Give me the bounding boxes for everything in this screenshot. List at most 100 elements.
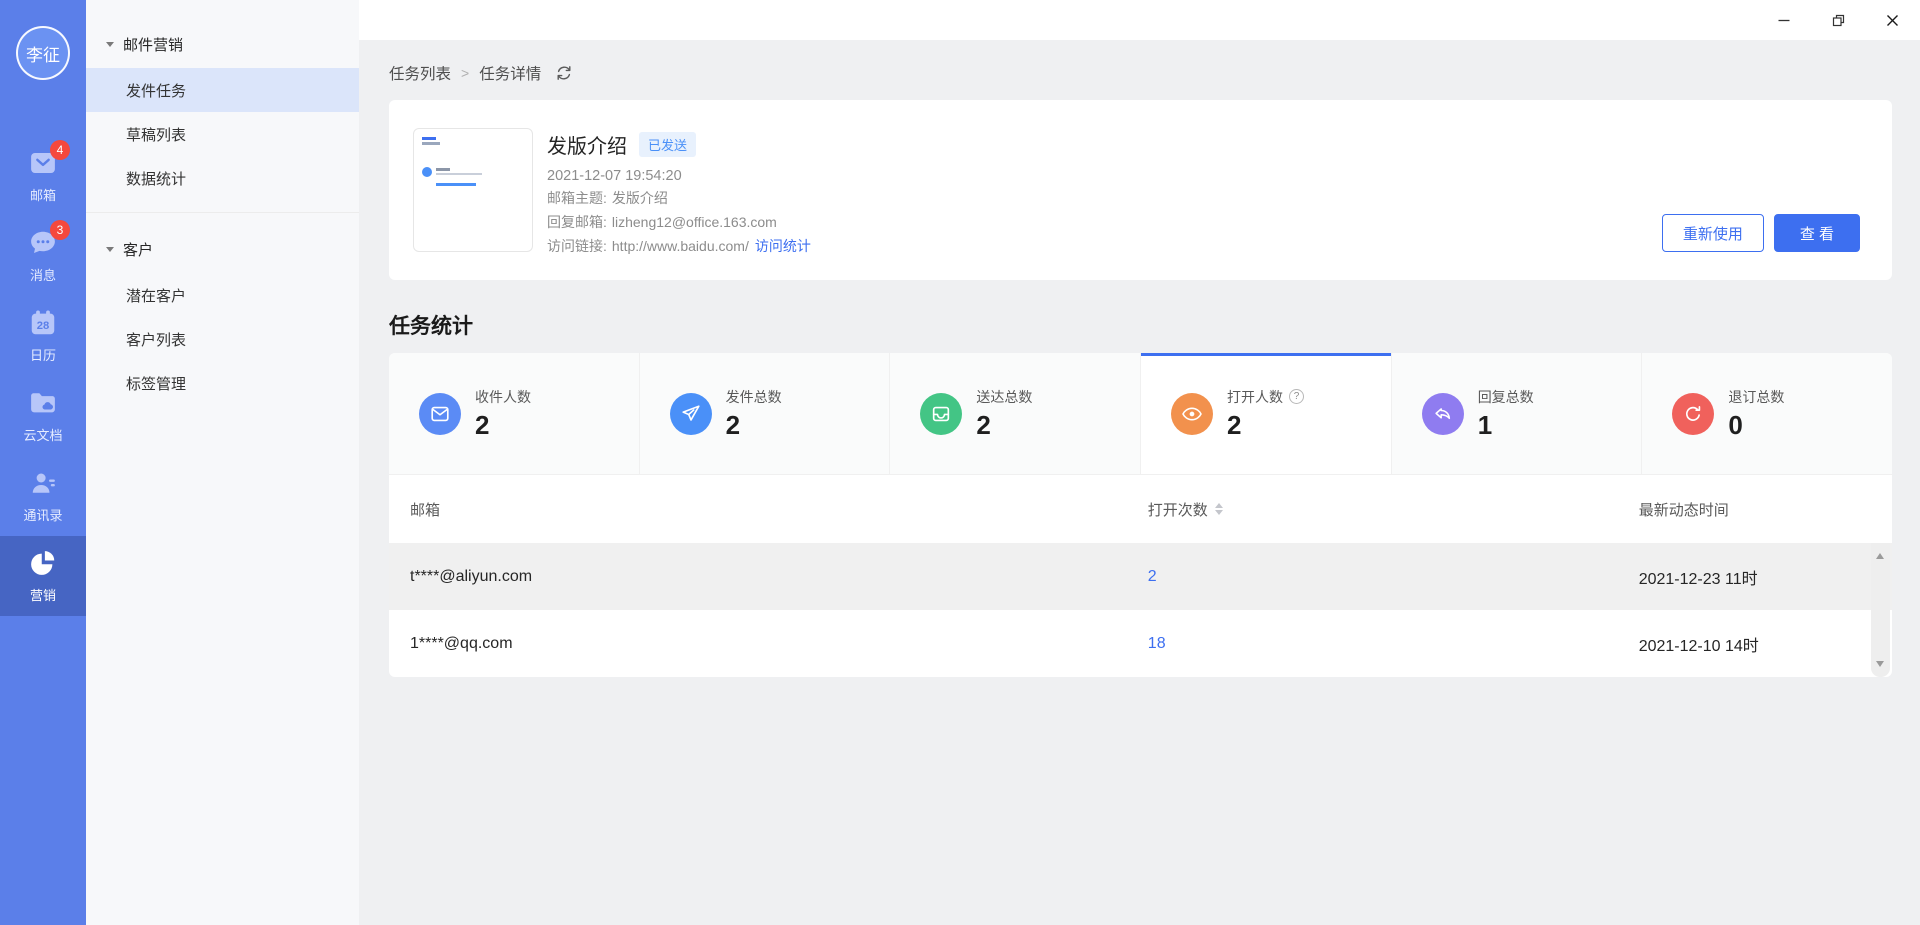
minimize-button[interactable]	[1766, 5, 1802, 35]
table-row[interactable]: 1****@qq.com 18 2021-12-10 14时	[389, 610, 1892, 677]
close-button[interactable]	[1874, 5, 1910, 35]
link-value: http://www.baidu.com/	[612, 238, 749, 254]
stat-label: 发件总数	[726, 387, 782, 407]
contacts-icon	[28, 468, 58, 498]
rail-item-label: 通讯录	[23, 505, 62, 524]
app-rail: 李征 4 邮箱 3 消息 28 日历 云文档	[0, 0, 86, 925]
rail-item-marketing[interactable]: 营销	[0, 536, 86, 616]
cell-last-activity: 2021-12-23 11时	[1639, 565, 1871, 589]
table-body: t****@aliyun.com 2 2021-12-23 11时 1****@…	[389, 543, 1892, 677]
window-titlebar	[359, 0, 1920, 40]
sort-desc-icon	[1215, 510, 1223, 515]
sidebar-item-customer-list[interactable]: 客户列表	[86, 317, 359, 361]
inbox-icon	[920, 393, 962, 435]
tab-opened-count[interactable]: 打开人数 ? 2	[1141, 353, 1392, 474]
breadcrumb: 任务列表 > 任务详情	[389, 62, 1892, 84]
cell-open-count-link[interactable]: 18	[1148, 635, 1639, 653]
unsubscribe-icon	[1672, 393, 1714, 435]
stat-value: 2	[726, 410, 782, 441]
sidebar-item-draft-list[interactable]: 草稿列表	[86, 112, 359, 156]
stat-tabs: 收件人数 2 发件总数 2	[389, 353, 1892, 475]
messages-badge: 3	[50, 220, 70, 240]
reply-label: 回复邮箱:	[547, 214, 607, 230]
mail-badge: 4	[50, 140, 70, 160]
stat-value: 2	[475, 410, 531, 441]
sidebar-item-send-tasks[interactable]: 发件任务	[86, 68, 359, 112]
table-row[interactable]: t****@aliyun.com 2 2021-12-23 11时	[389, 543, 1892, 610]
preview-text-line	[436, 173, 482, 175]
task-title: 发版介绍	[547, 130, 627, 159]
view-button[interactable]: 查 看	[1774, 214, 1860, 252]
task-subject-line: 邮箱主题: 发版介绍	[547, 188, 811, 208]
breadcrumb-separator: >	[461, 65, 469, 81]
sidebar-group-label: 邮件营销	[123, 34, 183, 55]
stat-label: 退订总数	[1728, 387, 1784, 407]
stat-value: 2	[1227, 410, 1304, 441]
help-icon[interactable]: ?	[1289, 389, 1304, 404]
refresh-icon[interactable]	[555, 64, 573, 82]
sidebar-group-customers[interactable]: 客户	[86, 225, 359, 273]
rail-item-contacts[interactable]: 通讯录	[0, 456, 86, 536]
preview-logo-line	[422, 142, 440, 145]
breadcrumb-task-list[interactable]: 任务列表	[389, 62, 451, 84]
pie-chart-icon	[28, 548, 58, 578]
reuse-button[interactable]: 重新使用	[1662, 214, 1764, 252]
subject-label: 邮箱主题:	[547, 190, 607, 206]
scroll-down-icon[interactable]	[1876, 661, 1884, 667]
tab-replies-total[interactable]: 回复总数 1	[1392, 353, 1643, 474]
rail-item-label: 邮箱	[30, 185, 56, 204]
stat-value: 0	[1728, 410, 1784, 441]
sidebar-item-potential-customers[interactable]: 潜在客户	[86, 273, 359, 317]
sidebar-group-label: 客户	[123, 239, 153, 260]
mail-icon	[419, 393, 461, 435]
stat-label-text: 打开人数	[1227, 387, 1283, 407]
preview-logo-line	[422, 137, 436, 140]
email-preview-thumbnail[interactable]	[413, 128, 533, 252]
stat-value: 2	[976, 410, 1032, 441]
scroll-up-icon[interactable]	[1876, 553, 1884, 559]
sidebar-item-data-statistics[interactable]: 数据统计	[86, 156, 359, 200]
rail-item-cloud-docs[interactable]: 云文档	[0, 376, 86, 456]
tab-recipients[interactable]: 收件人数 2	[389, 353, 640, 474]
subject-value: 发版介绍	[612, 190, 668, 206]
reply-icon	[1422, 393, 1464, 435]
rail-item-label: 营销	[30, 585, 56, 604]
rail-item-label: 云文档	[23, 425, 62, 444]
sidebar-group-email-marketing[interactable]: 邮件营销	[86, 20, 359, 68]
rail-item-label: 消息	[30, 265, 56, 284]
task-datetime: 2021-12-07 19:54:20	[547, 168, 811, 184]
stat-label: 打开人数 ?	[1227, 387, 1304, 407]
chevron-down-icon	[106, 42, 114, 47]
visit-stats-link[interactable]: 访问统计	[755, 238, 811, 254]
reply-value: lizheng12@office.163.com	[612, 214, 777, 230]
stat-label: 收件人数	[475, 387, 531, 407]
tab-sent-total[interactable]: 发件总数 2	[640, 353, 891, 474]
rail-item-messages[interactable]: 3 消息	[0, 216, 86, 296]
status-badge: 已发送	[639, 132, 696, 157]
cell-email: t****@aliyun.com	[410, 568, 1148, 586]
avatar[interactable]: 李征	[16, 26, 70, 80]
column-header-last-activity: 最新动态时间	[1639, 499, 1871, 520]
sort-icon[interactable]	[1215, 503, 1223, 515]
rail-item-calendar[interactable]: 28 日历	[0, 296, 86, 376]
tab-unsubscribes-total[interactable]: 退订总数 0	[1642, 353, 1892, 474]
cloud-folder-icon	[28, 388, 58, 418]
column-header-label: 打开次数	[1148, 499, 1208, 520]
restore-button[interactable]	[1820, 5, 1856, 35]
main-area: 任务列表 > 任务详情 发版介绍	[359, 0, 1920, 925]
statistics-card: 收件人数 2 发件总数 2	[389, 353, 1892, 677]
rail-item-mail[interactable]: 4 邮箱	[0, 136, 86, 216]
sidebar-item-tag-management[interactable]: 标签管理	[86, 361, 359, 405]
mail-icon: 4	[28, 148, 58, 178]
cell-email: 1****@qq.com	[410, 635, 1148, 653]
preview-avatar-dot	[422, 167, 432, 177]
cell-open-count-link[interactable]: 2	[1148, 568, 1639, 586]
send-icon	[670, 393, 712, 435]
task-detail-card: 发版介绍 已发送 2021-12-07 19:54:20 邮箱主题: 发版介绍 回…	[389, 100, 1892, 280]
stat-label: 送达总数	[976, 387, 1032, 407]
tab-delivered-total[interactable]: 送达总数 2	[890, 353, 1141, 474]
task-link-line: 访问链接:http://www.baidu.com/访问统计	[547, 236, 811, 256]
chevron-down-icon	[106, 247, 114, 252]
vertical-scrollbar[interactable]	[1871, 543, 1890, 677]
column-header-open-count[interactable]: 打开次数	[1148, 499, 1639, 520]
